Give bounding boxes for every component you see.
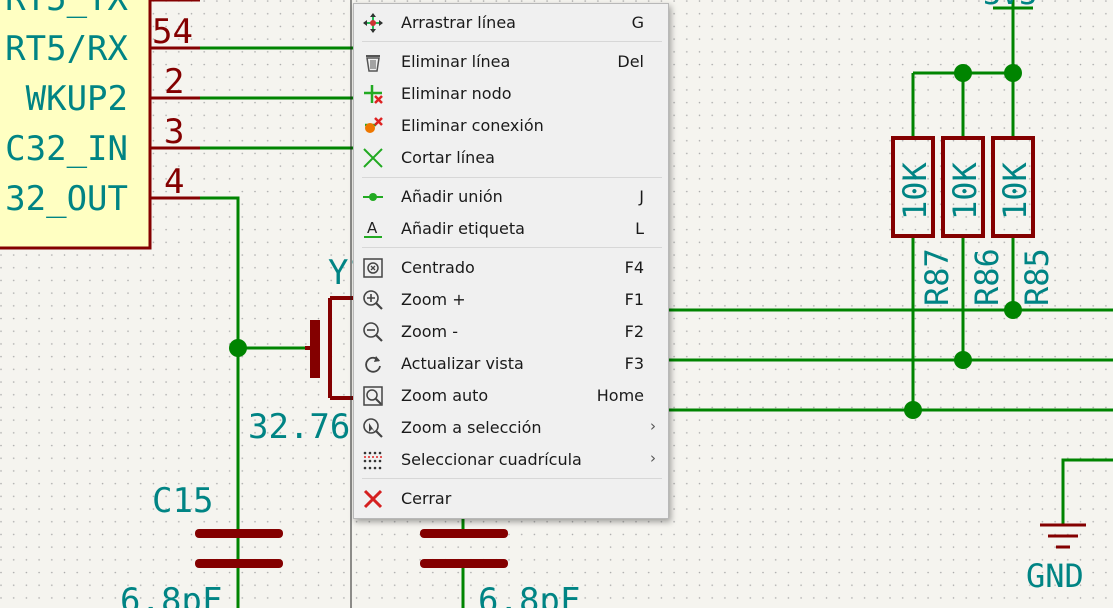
add-label-icon: A	[362, 218, 384, 240]
pin-label: WKUP2	[26, 79, 128, 119]
menu-item-delete-line[interactable]: Eliminar línea Del	[354, 47, 668, 77]
cap-right-value: 6.8pF	[478, 581, 580, 608]
zoom-fit-icon	[362, 385, 384, 407]
menu-item-zoom-in[interactable]: Zoom + F1	[354, 285, 668, 315]
pin-number: 2	[164, 62, 184, 102]
menu-item-delete-connection[interactable]: Eliminar conexión	[354, 111, 668, 141]
menu-item-label: Eliminar conexión	[401, 116, 544, 135]
add-junction-icon	[362, 186, 384, 208]
menu-item-label: Arrastrar línea	[401, 13, 516, 32]
menu-separator	[362, 177, 662, 178]
zoom-in-icon	[362, 289, 384, 311]
drag-icon	[362, 12, 384, 34]
svg-text:A: A	[367, 219, 378, 237]
menu-separator	[362, 247, 662, 248]
menu-item-zoom-auto[interactable]: Zoom auto Home	[354, 381, 668, 411]
pin-number: 54	[152, 12, 193, 52]
pin-label: RT5/RX	[5, 29, 128, 69]
power-label: 3V3	[983, 0, 1037, 12]
pin-number: 3	[164, 112, 184, 152]
menu-item-drag-line[interactable]: Arrastrar línea G	[354, 8, 668, 38]
menu-separator	[362, 478, 662, 479]
delete-node-icon	[362, 83, 384, 105]
menu-item-shortcut: L	[635, 219, 644, 238]
menu-item-shortcut: F4	[624, 258, 644, 277]
menu-item-shortcut: F1	[624, 290, 644, 309]
crystal-value: 32.76	[248, 407, 350, 447]
context-menu[interactable]: Arrastrar línea G Eliminar línea Del Eli…	[353, 3, 669, 519]
resistor-ref: R86	[968, 248, 1006, 306]
cap-left-ref: C15	[152, 481, 213, 521]
menu-item-select-grid[interactable]: Seleccionar cuadrícula ›	[354, 445, 668, 475]
zoom-out-icon	[362, 321, 384, 343]
resistor-ref: R85	[1018, 248, 1056, 306]
resistor-ref: R87	[918, 248, 956, 306]
cut-line-icon	[362, 147, 384, 169]
gnd-label: GND	[1026, 557, 1084, 595]
menu-item-shortcut: F2	[624, 322, 644, 341]
submenu-arrow-icon: ›	[650, 449, 656, 467]
menu-item-close[interactable]: Cerrar	[354, 484, 668, 514]
submenu-arrow-icon: ›	[650, 417, 656, 435]
menu-item-label: Zoom +	[401, 290, 466, 309]
menu-item-label: Cerrar	[401, 489, 452, 508]
resistor-value: 10K	[996, 161, 1034, 220]
menu-item-shortcut: Home	[596, 386, 644, 405]
menu-item-label: Cortar línea	[401, 148, 495, 167]
zoom-selection-icon	[362, 417, 384, 439]
pin-label: RT5_TX	[5, 0, 128, 19]
menu-item-add-label[interactable]: A Añadir etiqueta L	[354, 214, 668, 244]
menu-item-label: Zoom a selección	[401, 418, 542, 437]
refresh-icon	[362, 353, 384, 375]
menu-item-label: Seleccionar cuadrícula	[401, 450, 582, 469]
resistor-value: 10K	[946, 161, 984, 220]
menu-item-zoom-out[interactable]: Zoom - F2	[354, 317, 668, 347]
grid-icon	[362, 449, 384, 471]
menu-item-shortcut: Del	[617, 52, 644, 71]
menu-item-label: Centrado	[401, 258, 475, 277]
pin-label: 32_OUT	[5, 179, 128, 219]
menu-item-center[interactable]: Centrado F4	[354, 253, 668, 283]
menu-separator	[362, 41, 662, 42]
menu-item-label: Zoom -	[401, 322, 458, 341]
pin-number: 4	[164, 162, 184, 202]
pin-label: C32_IN	[5, 129, 128, 169]
menu-item-cut-line[interactable]: Cortar línea	[354, 143, 668, 173]
menu-item-label: Zoom auto	[401, 386, 489, 405]
trash-icon	[362, 51, 384, 73]
menu-item-shortcut: J	[639, 187, 644, 206]
menu-item-shortcut: G	[631, 13, 644, 32]
center-icon	[362, 257, 384, 279]
menu-item-label: Añadir unión	[401, 187, 503, 206]
cap-left-value: 6.8pF	[120, 581, 222, 608]
menu-item-label: Eliminar línea	[401, 52, 511, 71]
menu-item-shortcut: F3	[624, 354, 644, 373]
menu-item-refresh-view[interactable]: Actualizar vista F3	[354, 349, 668, 379]
menu-item-delete-node[interactable]: Eliminar nodo	[354, 79, 668, 109]
delete-connection-icon	[362, 115, 384, 137]
menu-item-label: Añadir etiqueta	[401, 219, 525, 238]
menu-item-label: Actualizar vista	[401, 354, 524, 373]
close-icon	[362, 488, 384, 510]
menu-item-label: Eliminar nodo	[401, 84, 512, 103]
menu-item-zoom-selection[interactable]: Zoom a selección ›	[354, 413, 668, 443]
menu-item-add-junction[interactable]: Añadir unión J	[354, 182, 668, 212]
resistor-value: 10K	[896, 161, 934, 220]
